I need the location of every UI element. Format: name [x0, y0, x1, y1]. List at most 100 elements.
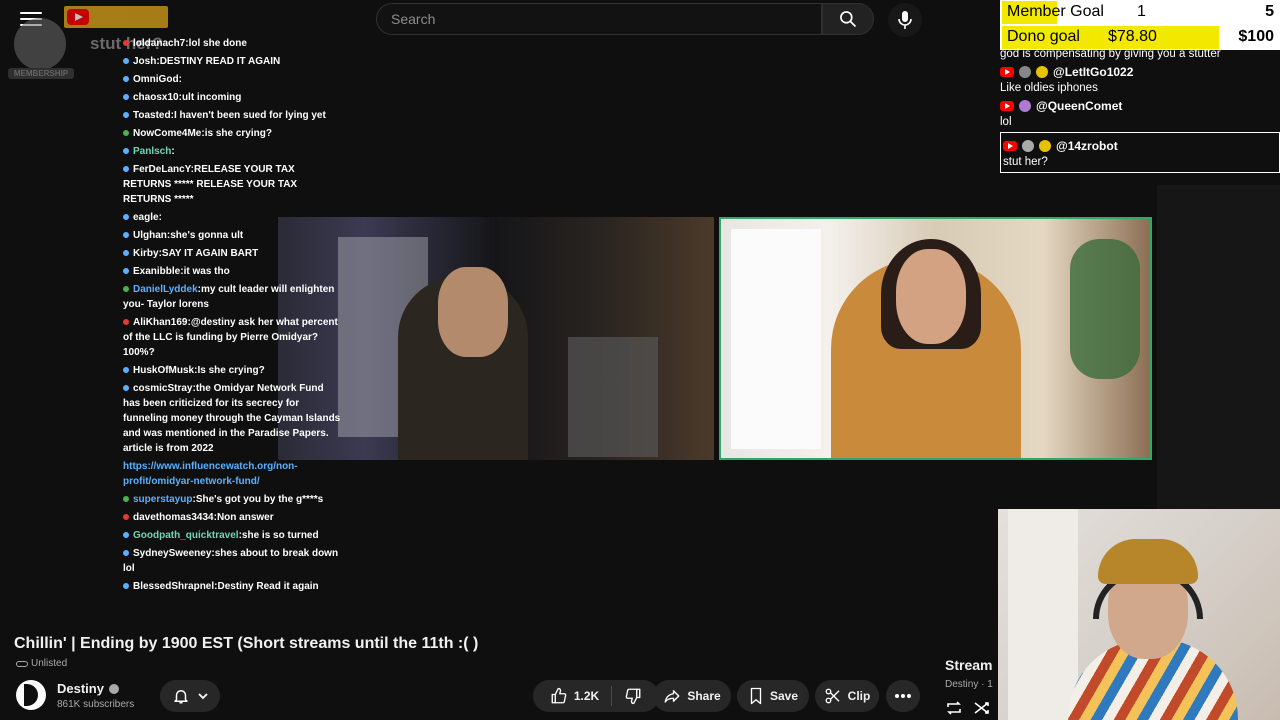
user-badge-icon [1019, 66, 1031, 78]
chat-badge-icon [123, 385, 129, 391]
chat-message: DanielLyddek:my cult leader will enlight… [123, 282, 343, 312]
chat-username[interactable]: AliKhan169 [133, 317, 187, 328]
chat-username[interactable]: Ulghan [133, 230, 167, 241]
chat-badge-icon [123, 166, 129, 172]
repeat-icon[interactable] [945, 700, 963, 716]
chat-text: I haven't been sued for lying yet [173, 110, 326, 121]
chat-colon: : [158, 212, 162, 223]
notification-bell-button[interactable] [160, 680, 220, 712]
dislike-button[interactable] [624, 687, 642, 705]
shuffle-icon[interactable] [973, 700, 991, 716]
search-box[interactable] [376, 3, 822, 35]
chat-text: is she crying? [204, 128, 272, 139]
guest-head [896, 249, 966, 344]
chat-message: Goodpath_quicktravel:she is so turned [123, 528, 343, 543]
bookmark-icon [750, 687, 762, 705]
dono-goal-current: $78.80 [1108, 28, 1157, 45]
chat-username[interactable]: cosmicStray [133, 383, 192, 394]
share-button[interactable]: Share [653, 680, 731, 712]
chat-message: superstayup:She's got you by the g****s [123, 492, 343, 507]
chat-badge-icon [123, 532, 129, 538]
dono-goal-row: Dono goal $78.80 $100 [1000, 25, 1280, 50]
chat-badge-icon [123, 148, 129, 154]
related-stream-card[interactable]: Stream Destiny · 1 [932, 648, 998, 720]
related-stream-channel: Destiny · 1 [945, 679, 993, 690]
channel-name-link[interactable]: Destiny [57, 681, 119, 696]
save-button[interactable]: Save [737, 680, 809, 712]
chat-username[interactable]: Josh [133, 56, 156, 67]
member-goal-max: 5 [1265, 3, 1274, 20]
chat-username[interactable]: Goodpath_quicktravel [133, 530, 239, 541]
overlay-chat-user: @14zrobot [1056, 139, 1118, 153]
member-badge-icon [1039, 140, 1051, 152]
overlay-chat-header: @LetItGo1022 [1000, 62, 1280, 82]
chat-badge-icon [123, 319, 129, 325]
chat-link[interactable]: https://www.influencewatch.org/non-profi… [123, 461, 298, 487]
chat-message: cosmicStray:the Omidyar Network Fund has… [123, 381, 343, 456]
chat-username[interactable]: Panlsch [133, 146, 171, 157]
chat-message: Exanibble:it was tho [123, 264, 343, 279]
clip-button[interactable]: Clip [815, 680, 879, 712]
overlay-chat-text: stut her? [1003, 156, 1048, 168]
membership-avatar [14, 18, 66, 70]
more-actions-button[interactable] [886, 680, 920, 712]
bell-icon [173, 690, 188, 704]
chat-username[interactable]: eagle [133, 212, 159, 223]
chat-message: BlessedShrapnel:Destiny Read it again [123, 579, 343, 594]
member-goal-current: 1 [1137, 3, 1146, 20]
chat-text: Destiny Read it again [217, 581, 319, 592]
plant-background [1070, 239, 1140, 379]
chat-message: Toasted:I haven't been sued for lying ye… [123, 108, 343, 123]
channel-avatar[interactable] [16, 680, 46, 710]
keyboard-background [568, 337, 658, 457]
overlay-chat: god is compensating by giving you a stut… [1000, 48, 1280, 173]
chat-username[interactable]: Kirby [133, 248, 159, 259]
chat-username[interactable]: HuskOfMusk [133, 365, 194, 376]
related-stream-title: Stream [945, 657, 993, 673]
chat-username[interactable]: OmniGod [133, 74, 179, 85]
chat-badge-icon [123, 214, 129, 220]
chat-text: it was tho [183, 266, 230, 277]
streamer-cap [1098, 539, 1198, 584]
voice-search-button[interactable] [888, 3, 922, 37]
overlay-chat-message: @QueenComet lol [1000, 96, 1280, 130]
overlay-chat-message: @LetItGo1022 Like oldies iphones [1000, 62, 1280, 96]
goal-widget: Member Goal 1 5 Dono goal $78.80 $100 [1000, 0, 1280, 50]
chat-username[interactable]: loldanach7 [133, 38, 185, 49]
chevron-down-icon [197, 693, 208, 700]
like-button[interactable]: 1.2K [550, 687, 599, 705]
chat-text: DESTINY READ IT AGAIN [159, 56, 281, 67]
chat-username[interactable]: chaosx10 [133, 92, 179, 103]
member-goal-row: Member Goal 1 5 [1000, 0, 1280, 25]
chat-colon: : [171, 146, 175, 157]
scissors-icon [825, 688, 840, 704]
overlay-chat-header: @QueenComet [1000, 96, 1280, 116]
visibility-label: Unlisted [31, 658, 68, 669]
search-button[interactable] [822, 3, 874, 35]
chat-username[interactable]: NowCome4Me [133, 128, 201, 139]
window-background [731, 229, 821, 449]
chat-username[interactable]: FerDeLancY [133, 164, 191, 175]
chat-text: SAY IT AGAIN BART [161, 248, 259, 259]
thumbs-up-icon [551, 687, 567, 704]
membership-label: MEMBERSHIP [8, 68, 74, 79]
search-input[interactable] [391, 11, 807, 27]
chat-message: Ulghan:she's gonna ult [123, 228, 343, 243]
chat-badge-icon [123, 367, 129, 373]
chat-username[interactable]: SydneySweeney [133, 548, 211, 559]
member-badge-icon [1036, 66, 1048, 78]
chat-username[interactable]: davethomas3434 [133, 512, 214, 523]
video-title: Chillin' | Ending by 1900 EST (Short str… [14, 635, 479, 652]
overlay-chat-text: god is compensating by giving you a stut… [1000, 48, 1221, 60]
chat-username[interactable]: DanielLyddek [133, 284, 198, 295]
video-feed-host [278, 217, 714, 460]
membership-badge: MEMBERSHIP [8, 18, 74, 80]
chat-badge-icon [123, 130, 129, 136]
thumbs-down-icon [625, 688, 641, 705]
youtube-logo-overlay[interactable] [64, 6, 168, 28]
chat-username[interactable]: BlessedShrapnel [133, 581, 214, 592]
chat-badge-icon [123, 286, 129, 292]
chat-username[interactable]: Toasted [133, 110, 171, 121]
chat-username[interactable]: Exanibble [133, 266, 180, 277]
chat-username[interactable]: superstayup [133, 494, 192, 505]
